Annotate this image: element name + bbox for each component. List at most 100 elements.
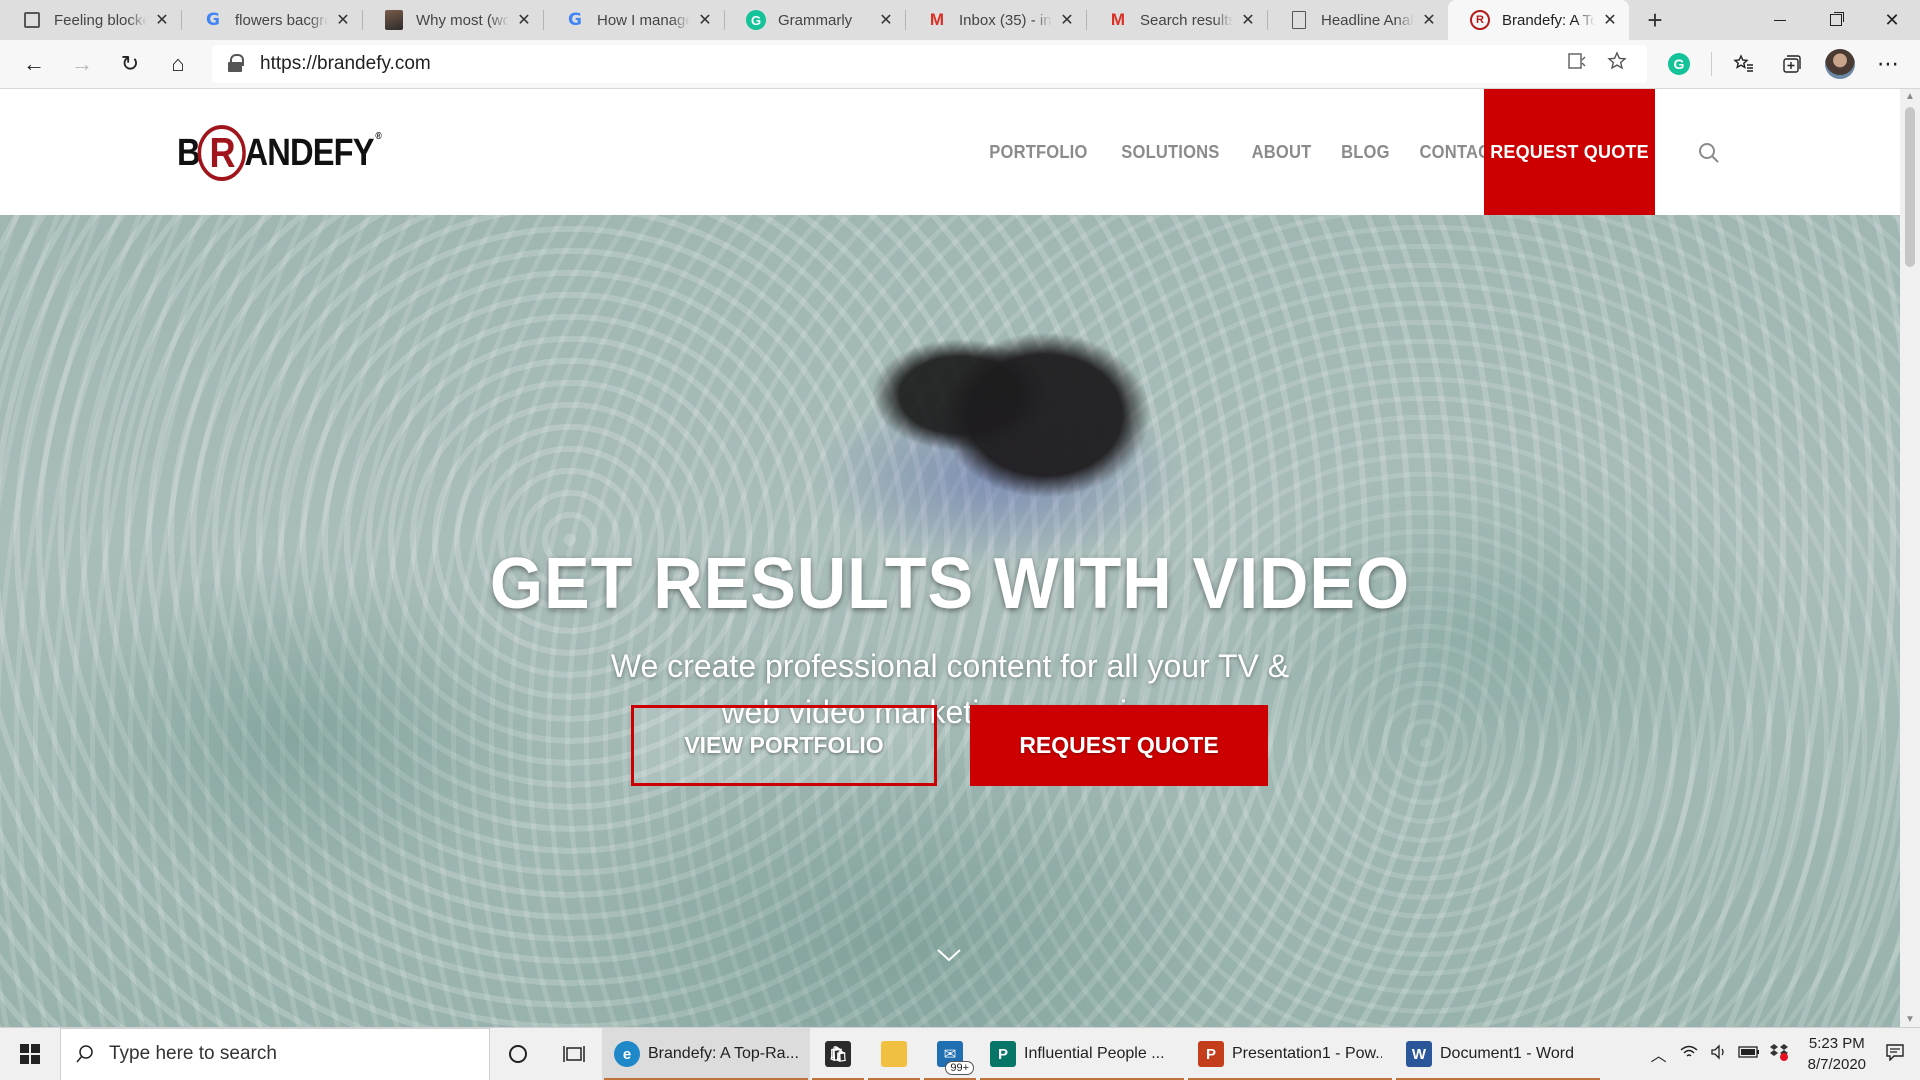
toolbar-divider — [1711, 52, 1712, 76]
clock-time: 5:23 PM — [1808, 1035, 1865, 1052]
address-bar[interactable]: https://brandefy.com — [212, 45, 1647, 83]
dropbox-sync-icon[interactable] — [1764, 1043, 1794, 1066]
taskbar-app[interactable]: W Document1 - Word — [1394, 1028, 1602, 1080]
taskbar-app[interactable]: 🛍 — [810, 1028, 866, 1080]
taskbar-clock[interactable]: 5:23 PM 8/7/2020 — [1794, 1033, 1880, 1075]
taskbar-app[interactable] — [866, 1028, 922, 1080]
task-view-button[interactable] — [546, 1028, 602, 1080]
nav-item-blog[interactable]: BLOG — [1341, 142, 1390, 163]
search-icon[interactable] — [1697, 141, 1721, 165]
minimize-button[interactable] — [1752, 0, 1808, 40]
tray-overflow-chevron-icon[interactable]: ︿ — [1644, 1042, 1674, 1066]
close-tab-icon[interactable]: ✕ — [1601, 11, 1619, 29]
scroll-thumb[interactable] — [1905, 107, 1915, 267]
tab-title: Headline Analyzer — [1321, 11, 1414, 29]
windows-taskbar: Type here to search e Brandefy: A Top-Ra.… — [0, 1027, 1920, 1080]
taskbar-app[interactable]: P Influential People ... — [978, 1028, 1186, 1080]
scroll-down-arrow-icon[interactable]: ▼ — [1904, 1014, 1916, 1025]
back-button[interactable]: ← — [10, 44, 58, 84]
tab-title: Brandefy: A Top-Rated — [1502, 11, 1595, 29]
profile-button[interactable] — [1816, 44, 1864, 84]
browser-toolbar: ← → ↻ ⌂ https://brandefy.com G ⋯ — [0, 40, 1920, 89]
hero-video-section: GET RESULTS WITH VIDEO We create profess… — [0, 215, 1900, 1027]
nav-request-quote-button[interactable]: REQUEST QUOTE — [1484, 89, 1655, 215]
powerpoint-icon: P — [1198, 1041, 1224, 1067]
notifications-icon[interactable] — [1880, 1043, 1910, 1066]
maximize-button[interactable] — [1808, 0, 1864, 40]
taskbar-app[interactable]: e Brandefy: A Top-Ra... — [602, 1027, 810, 1080]
browser-tab[interactable]: M Search results ✕ — [1086, 0, 1267, 40]
hero-request-quote-button[interactable]: REQUEST QUOTE — [970, 705, 1268, 786]
browser-tab[interactable]: Feeling blocked ✕ — [0, 0, 181, 40]
browser-tab[interactable]: M Inbox (35) - info ✕ — [905, 0, 1086, 40]
refresh-button[interactable]: ↻ — [106, 44, 154, 84]
site-header: B R ANDEFY ® PORTFOLIO SOLUTIONS ABOUT BLOG… — [0, 89, 1900, 215]
browser-tab[interactable]: Why most (worth ✕ — [362, 0, 543, 40]
task-view-icon — [563, 1046, 585, 1062]
gmail-icon: M — [929, 10, 945, 29]
volume-icon[interactable] — [1704, 1043, 1734, 1065]
grammarly-extension-button[interactable]: G — [1655, 44, 1703, 84]
search-placeholder: Type here to search — [109, 1043, 277, 1064]
taskbar-search-box[interactable]: Type here to search — [60, 1027, 490, 1080]
new-tab-button[interactable]: + — [1635, 0, 1675, 40]
folder-icon — [881, 1041, 907, 1067]
taskbar-app-label: Document1 - Word — [1440, 1045, 1574, 1062]
grammarly-icon: G — [1668, 53, 1690, 75]
start-button[interactable] — [0, 1028, 60, 1080]
battery-icon[interactable] — [1734, 1045, 1764, 1064]
logo-circled-r: R — [198, 125, 247, 181]
wifi-icon[interactable] — [1674, 1044, 1704, 1065]
favorites-button[interactable] — [1720, 44, 1768, 84]
close-tab-icon[interactable]: ✕ — [877, 11, 895, 29]
nav-item-solutions[interactable]: SOLUTIONS — [1121, 142, 1219, 163]
edge-icon: e — [614, 1041, 640, 1067]
browser-tab[interactable]: Gflowers bacground ✕ — [181, 0, 362, 40]
close-tab-icon[interactable]: ✕ — [1239, 11, 1257, 29]
favorite-star-icon[interactable] — [1597, 51, 1637, 77]
immersive-reader-icon[interactable] — [1557, 51, 1597, 77]
close-tab-icon[interactable]: ✕ — [1058, 11, 1076, 29]
page-icon — [22, 10, 42, 30]
close-tab-icon[interactable]: ✕ — [696, 11, 714, 29]
close-window-button[interactable]: ✕ — [1864, 0, 1920, 40]
forward-button[interactable]: → — [58, 44, 106, 84]
hero-title: GET RESULTS WITH VIDEO — [489, 544, 1411, 624]
home-button[interactable]: ⌂ — [154, 44, 202, 84]
page-scrollbar[interactable]: ▲ ▼ — [1900, 89, 1920, 1027]
scroll-up-arrow-icon[interactable]: ▲ — [1904, 91, 1916, 102]
close-tab-icon[interactable]: ✕ — [515, 11, 533, 29]
favorites-icon — [1733, 54, 1753, 72]
browser-tab[interactable]: G How I manage ✕ — [543, 0, 724, 40]
taskbar-apps: e Brandefy: A Top-Ra... 🛍 ✉ 99+ P Influential … — [602, 1027, 1602, 1080]
collections-button[interactable] — [1768, 44, 1816, 84]
url-text[interactable]: https://brandefy.com — [260, 53, 1557, 75]
nav-item-portfolio[interactable]: PORTFOLIO — [989, 142, 1087, 163]
avatar — [1825, 49, 1855, 79]
close-tab-icon[interactable]: ✕ — [334, 11, 352, 29]
system-tray: ︿ 5:23 PM 8/7/2020 — [1644, 1028, 1920, 1080]
cortana-button[interactable] — [490, 1028, 546, 1080]
browser-tab[interactable]: Headline Analyzer ✕ — [1267, 0, 1448, 40]
photo-icon — [384, 10, 404, 30]
scroll-down-chevron-icon[interactable] — [936, 945, 962, 965]
taskbar-app[interactable]: P Presentation1 - Pow... — [1186, 1028, 1394, 1080]
view-portfolio-button[interactable]: VIEW PORTFOLIO — [631, 705, 937, 786]
brandefy-logo[interactable]: B R ANDEFY ® — [177, 123, 382, 183]
collections-icon — [1783, 55, 1801, 73]
browser-tab[interactable]: G Grammarly ✕ — [724, 0, 905, 40]
tab-list: Feeling blocked✕Gflowers bacground✕Why m… — [0, 0, 1629, 40]
cortana-icon — [509, 1045, 527, 1063]
store-icon: 🛍 — [825, 1041, 851, 1067]
registered-mark: ® — [375, 131, 381, 142]
logo-letter-b: B — [177, 131, 201, 174]
close-tab-icon[interactable]: ✕ — [153, 11, 171, 29]
minimize-icon — [1774, 19, 1786, 21]
nav-item-about[interactable]: ABOUT — [1251, 142, 1311, 163]
unread-count-badge: 99+ — [945, 1060, 974, 1075]
settings-more-button[interactable]: ⋯ — [1864, 44, 1912, 84]
lock-icon[interactable] — [228, 54, 244, 72]
close-tab-icon[interactable]: ✕ — [1420, 11, 1438, 29]
browser-tab[interactable]: R Brandefy: A Top-Rated ✕ — [1448, 0, 1629, 40]
taskbar-app[interactable]: ✉ 99+ — [922, 1028, 978, 1080]
